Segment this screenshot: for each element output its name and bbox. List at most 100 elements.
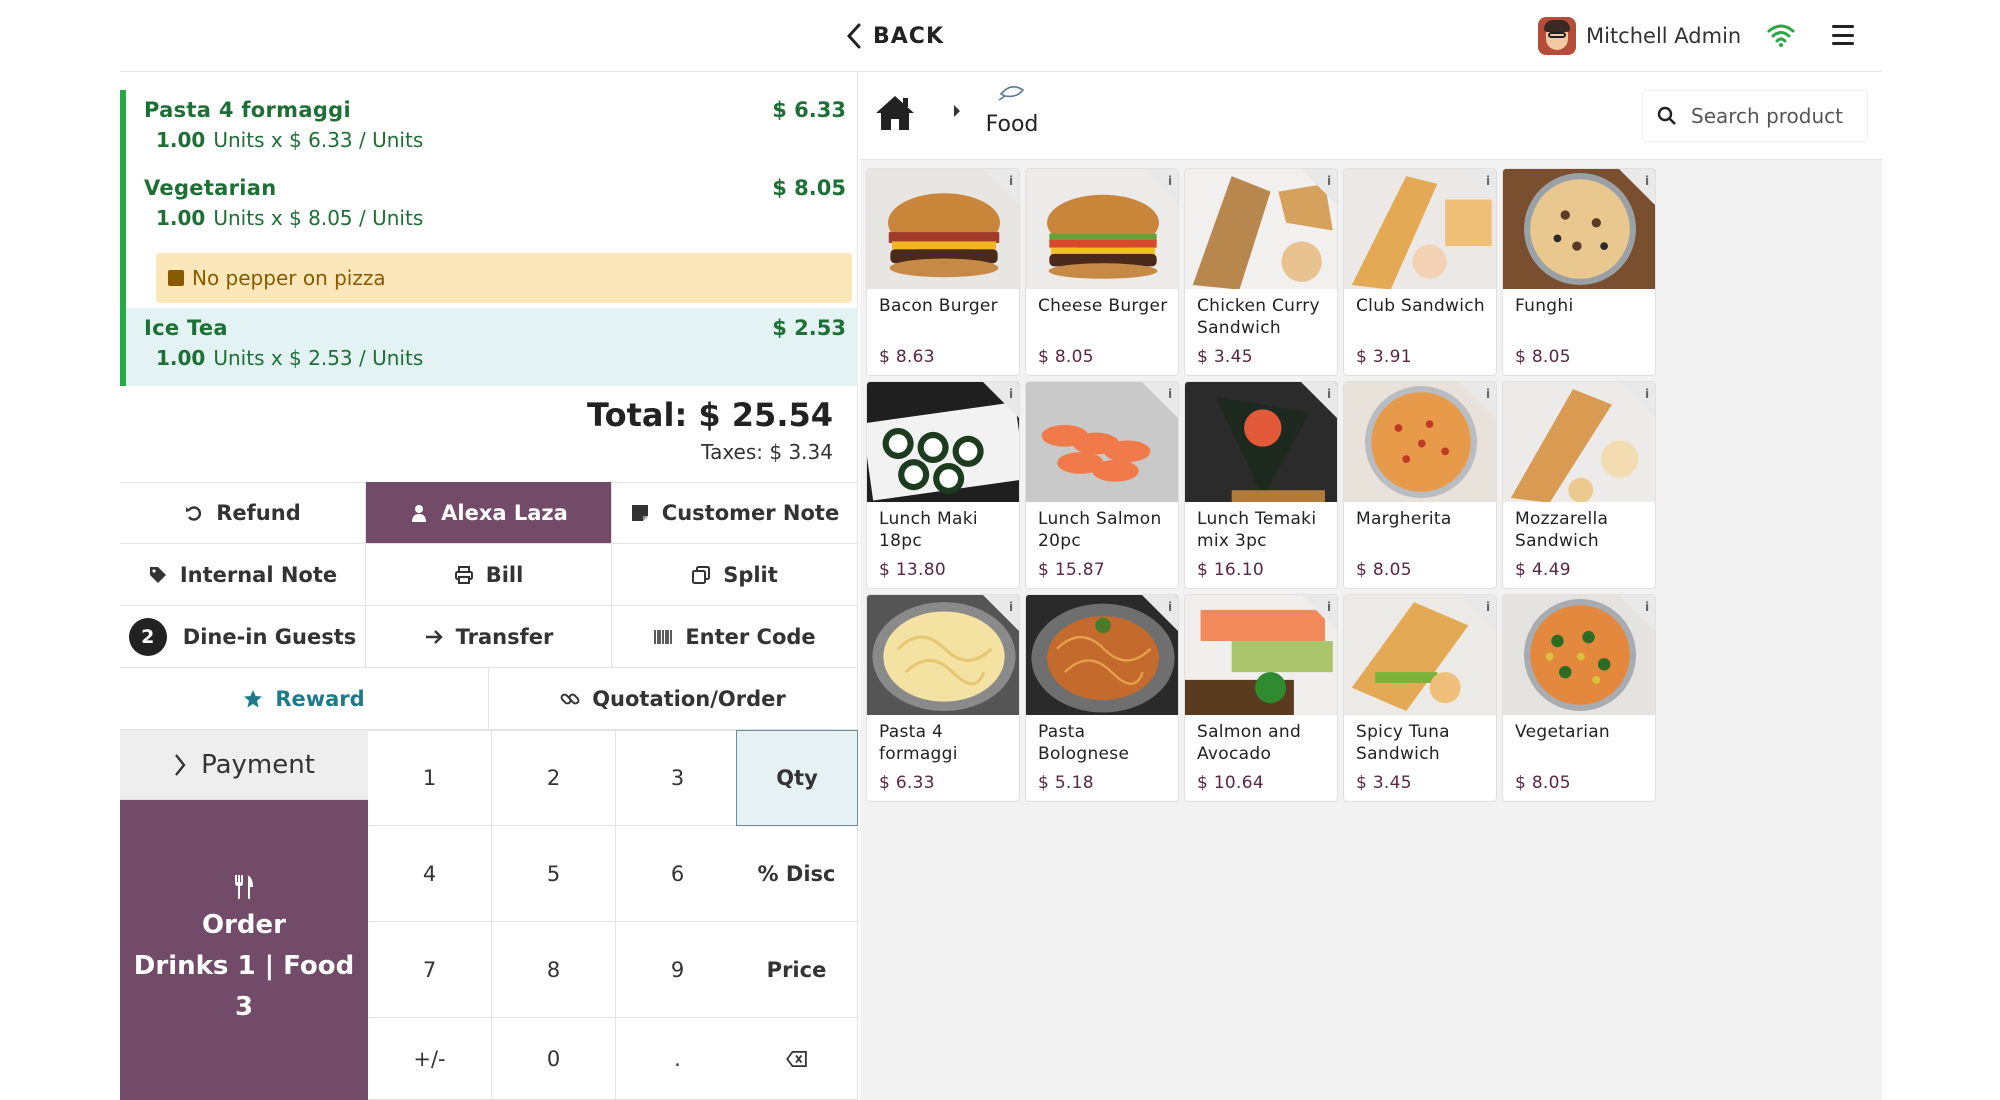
order-taxes: Taxes: $ 3.34 (701, 440, 833, 464)
product-card[interactable]: i Pasta Bolognese $ 5.18 (1025, 594, 1179, 802)
numpad-key-6[interactable]: 6 (616, 826, 740, 922)
product-info-icon[interactable]: i (1460, 595, 1496, 631)
product-info-icon[interactable]: i (1142, 382, 1178, 418)
category-food[interactable]: Food (980, 80, 1044, 152)
orderline-name: Ice Tea (144, 316, 228, 340)
search-product-input[interactable]: Search product (1642, 90, 1868, 142)
quotation-button[interactable]: Quotation/Order (489, 668, 858, 730)
numpad-mode-price[interactable]: Price (736, 922, 858, 1018)
orderline[interactable]: Pasta 4 formaggi $ 6.33 1.00 Units x $ 6.… (120, 90, 858, 168)
orderline[interactable]: Vegetarian $ 8.05 1.00 Units x $ 8.05 / U… (120, 168, 858, 308)
guests-button[interactable]: 2 Dine-in Guests (120, 606, 366, 668)
product-card[interactable]: i Margherita $ 8.05 (1343, 381, 1497, 589)
order-total: Total: $ 25.54 (587, 396, 833, 434)
product-info-icon[interactable]: i (983, 169, 1019, 205)
product-card[interactable]: i Funghi $ 8.05 (1502, 168, 1656, 376)
numpad-mode-qty[interactable]: Qty (736, 730, 858, 826)
svg-text:i: i (1009, 600, 1013, 614)
numpad-key-decimal[interactable]: . (616, 1018, 740, 1100)
product-card[interactable]: i Lunch Temaki mix 3pc $ 16.10 (1184, 381, 1338, 589)
numpad-key-1[interactable]: 1 (368, 730, 492, 826)
search-placeholder: Search product (1691, 104, 1843, 128)
product-info-icon[interactable]: i (983, 382, 1019, 418)
svg-text:i: i (1168, 174, 1172, 188)
product-card[interactable]: i Lunch Salmon 20pc $ 15.87 (1025, 381, 1179, 589)
numpad-key-4[interactable]: 4 (368, 826, 492, 922)
product-price: $ 3.45 (1356, 773, 1412, 793)
user-name: Mitchell Admin (1586, 24, 1742, 48)
product-info-icon[interactable]: i (1460, 169, 1496, 205)
note-text: No pepper on pizza (192, 266, 386, 290)
order-panel: Pasta 4 formaggi $ 6.33 1.00 Units x $ 6.… (120, 72, 858, 1100)
numpad-backspace[interactable] (736, 1018, 858, 1100)
numpad-key-0[interactable]: 0 (492, 1018, 616, 1100)
product-card[interactable]: i Mozzarella Sandwich $ 4.49 (1502, 381, 1656, 589)
product-price: $ 3.91 (1356, 347, 1412, 367)
numpad-key-2[interactable]: 2 (492, 730, 616, 826)
numpad-key-8[interactable]: 8 (492, 922, 616, 1018)
product-info-icon[interactable]: i (1460, 382, 1496, 418)
home-icon[interactable] (874, 94, 916, 132)
product-info-icon[interactable]: i (1142, 169, 1178, 205)
link-icon (560, 693, 580, 704)
product-name: Bacon Burger (879, 296, 998, 316)
guests-count-badge: 2 (128, 617, 167, 656)
product-name: Lunch Maki 18pc (879, 509, 978, 551)
sticky-note-icon (631, 505, 648, 521)
product-card[interactable]: i Lunch Maki 18pc $ 13.80 (866, 381, 1020, 589)
product-card[interactable]: i Pasta 4 formaggi $ 6.33 (866, 594, 1020, 802)
numpad-key-3[interactable]: 3 (616, 730, 740, 826)
user-icon (412, 504, 427, 522)
hamburger-menu-icon[interactable] (1832, 25, 1854, 45)
transfer-button[interactable]: Transfer (366, 606, 612, 668)
internal-note-button[interactable]: Internal Note (120, 544, 366, 606)
product-panel: Food Search product i Bacon Burger $ 8.63 i… (860, 72, 1882, 1100)
numpad-mode-discount[interactable]: % Disc (736, 826, 858, 922)
orderline-qty: 1.00 Units x $ 6.33 / Units (156, 128, 424, 152)
payment-button[interactable]: Payment (120, 730, 368, 800)
product-info-icon[interactable]: i (1301, 169, 1337, 205)
product-info-icon[interactable]: i (1301, 382, 1337, 418)
product-name: Vegetarian (1515, 722, 1611, 742)
backspace-icon (785, 1050, 807, 1067)
back-button[interactable]: BACK (845, 20, 944, 52)
reward-button[interactable]: Reward (120, 668, 489, 730)
product-price: $ 4.49 (1515, 560, 1571, 580)
enter-code-button[interactable]: Enter Code (612, 606, 858, 668)
product-card[interactable]: i Salmon and Avocado $ 10.64 (1184, 594, 1338, 802)
product-card[interactable]: i Cheese Burger $ 8.05 (1025, 168, 1179, 376)
product-card[interactable]: i Chicken Curry Sandwich $ 3.45 (1184, 168, 1338, 376)
product-price: $ 5.18 (1038, 773, 1094, 793)
product-info-icon[interactable]: i (1619, 169, 1655, 205)
product-info-icon[interactable]: i (983, 595, 1019, 631)
fork-knife-icon (235, 874, 253, 899)
product-card[interactable]: i Club Sandwich $ 3.91 (1343, 168, 1497, 376)
fish-icon (998, 86, 1025, 101)
split-button[interactable]: Split (612, 544, 858, 606)
product-card[interactable]: i Spicy Tuna Sandwich $ 3.45 (1343, 594, 1497, 802)
numpad-key-9[interactable]: 9 (616, 922, 740, 1018)
product-card[interactable]: i Bacon Burger $ 8.63 (866, 168, 1020, 376)
product-info-icon[interactable]: i (1619, 382, 1655, 418)
svg-text:i: i (1327, 600, 1331, 614)
numpad-key-7[interactable]: 7 (368, 922, 492, 1018)
orderline-qty: 1.00 Units x $ 8.05 / Units (156, 206, 424, 230)
product-info-icon[interactable]: i (1619, 595, 1655, 631)
product-price: $ 8.63 (879, 347, 935, 367)
numpad-key-plus-minus[interactable]: +/- (368, 1018, 492, 1100)
bill-button[interactable]: Bill (366, 544, 612, 606)
customer-button[interactable]: Alexa Laza (366, 482, 612, 544)
product-info-icon[interactable]: i (1142, 595, 1178, 631)
numpad-key-5[interactable]: 5 (492, 826, 616, 922)
product-info-icon[interactable]: i (1301, 595, 1337, 631)
customer-note-button[interactable]: Customer Note (612, 482, 858, 544)
back-label: BACK (873, 23, 944, 49)
svg-text:i: i (1645, 600, 1649, 614)
product-name: Cheese Burger (1038, 296, 1168, 316)
order-button[interactable]: Order Drinks 1 | Food 3 (120, 800, 368, 1100)
product-price: $ 10.64 (1197, 773, 1264, 793)
user-menu[interactable]: Mitchell Admin (1538, 16, 1741, 56)
refund-button[interactable]: Refund (120, 482, 366, 544)
product-card[interactable]: i Vegetarian $ 8.05 (1502, 594, 1656, 802)
orderline-selected[interactable]: Ice Tea $ 2.53 1.00 Units x $ 2.53 / Unit… (120, 308, 858, 386)
